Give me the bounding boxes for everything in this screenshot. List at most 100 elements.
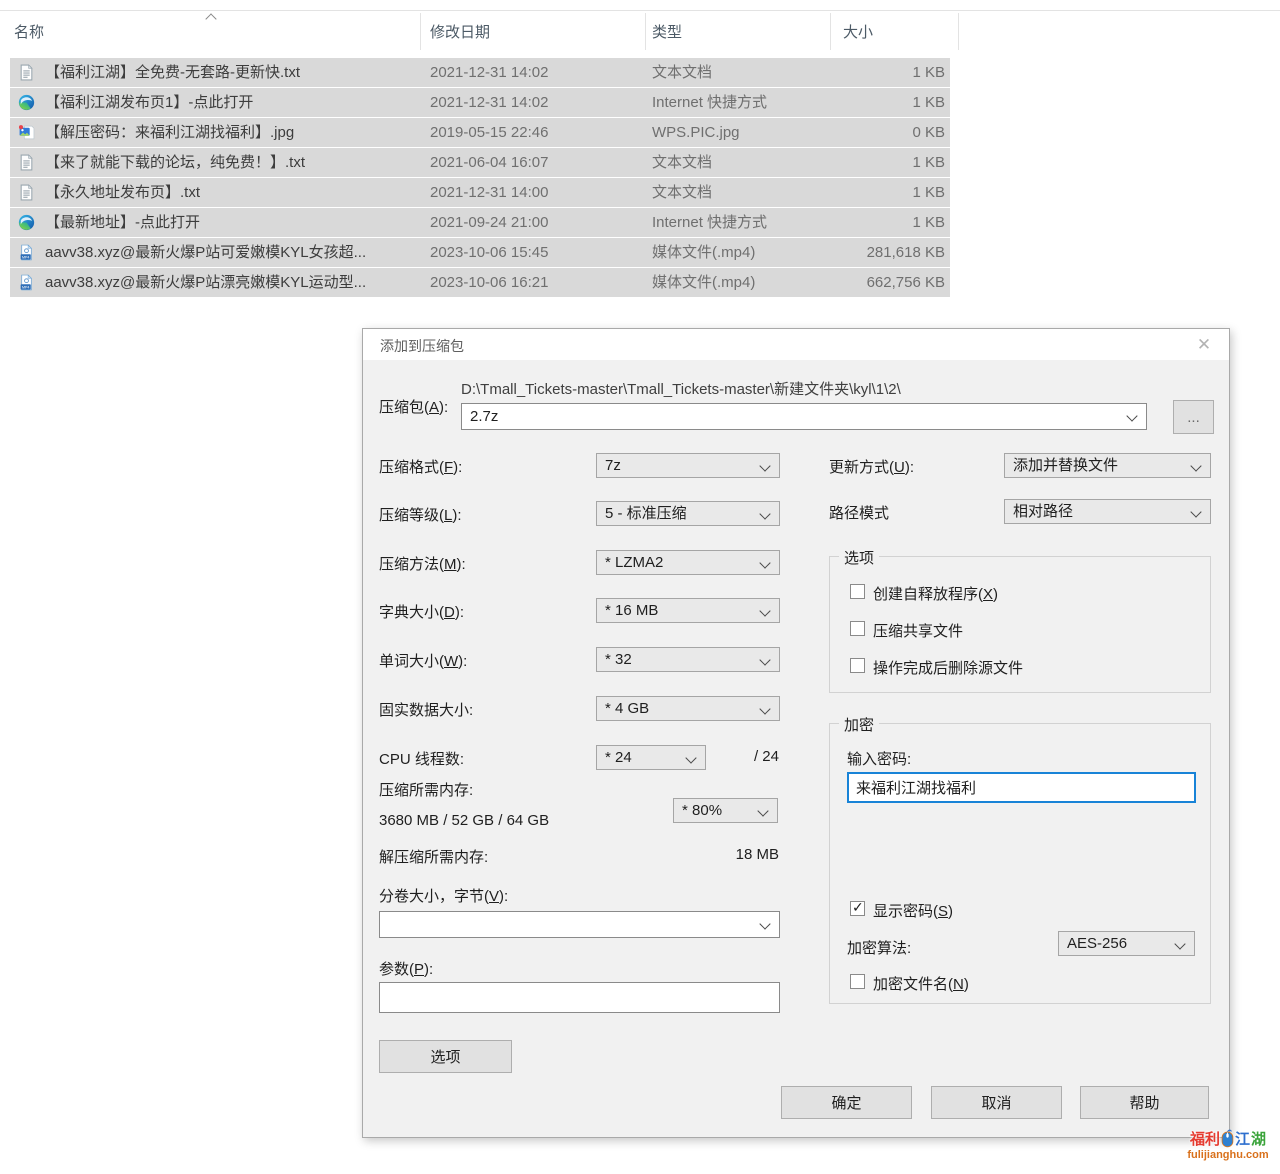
- file-name: 【最新地址】-点此打开: [45, 208, 415, 237]
- file-row[interactable]: 【最新地址】-点此打开 2021-09-24 21:00 Internet 快捷…: [10, 208, 950, 237]
- file-type: 文本文档: [652, 178, 832, 207]
- ok-button[interactable]: 确定: [781, 1086, 912, 1119]
- file-row[interactable]: 【解压密码：来福利江湖找福利】.jpg 2019-05-15 22:46 WPS…: [10, 118, 950, 147]
- file-size: 281,618 KB: [820, 238, 945, 267]
- column-header-type[interactable]: 类型: [652, 21, 682, 42]
- archive-label: 压缩包(A):: [379, 396, 448, 417]
- column-divider[interactable]: [645, 13, 646, 50]
- watermark-text-jiang: 江: [1235, 1128, 1250, 1149]
- method-combobox[interactable]: * LZMA2: [596, 550, 780, 575]
- file-row[interactable]: MP4 aavv38.xyz@最新火爆P站漂亮嫩模KYL运动型... 2023-…: [10, 268, 950, 297]
- help-button[interactable]: 帮助: [1080, 1086, 1209, 1119]
- column-header-date[interactable]: 修改日期: [430, 21, 490, 42]
- file-date: 2021-12-31 14:00: [430, 178, 630, 207]
- cancel-button[interactable]: 取消: [931, 1086, 1062, 1119]
- file-size: 662,756 KB: [820, 268, 945, 297]
- password-label: 输入密码:: [847, 748, 911, 769]
- file-rows: 【福利江湖】全免费-无套路-更新快.txt 2021-12-31 14:02 文…: [10, 58, 950, 298]
- word-size-label: 单词大小(W):: [379, 650, 467, 671]
- checkbox-icon: [850, 658, 865, 673]
- text-file-icon: [18, 184, 35, 201]
- cpu-threads-combobox[interactable]: * 24: [596, 745, 706, 770]
- add-to-archive-dialog: 添加到压缩包 ✕ 压缩包(A): D:\Tmall_Tickets-master…: [362, 328, 1230, 1138]
- encryption-group-title: 加密: [839, 714, 879, 735]
- svg-text:MP4: MP4: [22, 285, 29, 289]
- close-icon[interactable]: ✕: [1192, 333, 1216, 357]
- file-row[interactable]: MP4 aavv38.xyz@最新火爆P站可爱嫩模KYL女孩超... 2023-…: [10, 238, 950, 267]
- parameters-input[interactable]: [379, 982, 780, 1013]
- memory-decompress-value: 18 MB: [579, 846, 779, 863]
- file-size: 1 KB: [820, 178, 945, 207]
- solid-block-label: 固实数据大小:: [379, 699, 473, 720]
- file-name: aavv38.xyz@最新火爆P站漂亮嫩模KYL运动型...: [45, 268, 415, 297]
- file-type: 文本文档: [652, 148, 832, 177]
- checkbox-icon: [850, 901, 865, 916]
- column-header-name[interactable]: 名称: [14, 21, 44, 42]
- dialog-title: 添加到压缩包: [380, 336, 464, 356]
- options-button[interactable]: 选项: [379, 1040, 512, 1073]
- file-type: 文本文档: [652, 58, 832, 87]
- memory-compress-label: 压缩所需内存:: [379, 779, 473, 800]
- file-name: 【永久地址发布页】.txt: [45, 178, 415, 207]
- text-file-icon: [18, 64, 35, 81]
- update-mode-combobox[interactable]: 添加并替换文件: [1004, 453, 1211, 478]
- file-type: WPS.PIC.jpg: [652, 118, 832, 147]
- update-mode-label: 更新方式(U):: [829, 456, 914, 477]
- options-group: 选项 创建自释放程序(X) 压缩共享文件 操作完成后删除源文件: [829, 556, 1211, 693]
- column-divider[interactable]: [830, 13, 831, 50]
- file-row[interactable]: 【来了就能下载的论坛，纯免费！】.txt 2021-06-04 16:07 文本…: [10, 148, 950, 177]
- checkbox-label: 压缩共享文件: [873, 620, 963, 641]
- column-divider[interactable]: [420, 13, 421, 50]
- mp4-file-icon: MP4: [18, 244, 35, 261]
- path-mode-label: 路径模式: [829, 502, 889, 523]
- file-row[interactable]: 【福利江湖】全免费-无套路-更新快.txt 2021-12-31 14:02 文…: [10, 58, 950, 87]
- file-type: 媒体文件(.mp4): [652, 268, 832, 297]
- solid-block-combobox[interactable]: * 4 GB: [596, 696, 780, 721]
- level-combobox[interactable]: 5 - 标准压缩: [596, 501, 780, 526]
- file-name: 【解压密码：来福利江湖找福利】.jpg: [45, 118, 415, 147]
- path-mode-combobox[interactable]: 相对路径: [1004, 499, 1211, 524]
- file-date: 2021-09-24 21:00: [430, 208, 630, 237]
- archive-path: D:\Tmall_Tickets-master\Tmall_Tickets-ma…: [461, 378, 901, 399]
- file-date: 2021-06-04 16:07: [430, 148, 630, 177]
- checkbox-icon: [850, 621, 865, 636]
- word-size-combobox[interactable]: * 32: [596, 647, 780, 672]
- memory-decompress-label: 解压缩所需内存:: [379, 846, 488, 867]
- dictionary-label: 字典大小(D):: [379, 601, 464, 622]
- file-name: 【来了就能下载的论坛，纯免费！】.txt: [45, 148, 415, 177]
- cpu-threads-max: / 24: [729, 748, 779, 765]
- password-input[interactable]: [847, 772, 1196, 803]
- level-label: 压缩等级(L):: [379, 504, 462, 525]
- file-row[interactable]: 【永久地址发布页】.txt 2021-12-31 14:00 文本文档 1 KB: [10, 178, 950, 207]
- format-combobox[interactable]: 7z: [596, 453, 780, 478]
- checkbox-label: 显示密码(S): [873, 900, 953, 921]
- checkbox-label: 创建自释放程序(X): [873, 583, 998, 604]
- file-row[interactable]: 【福利江湖发布页1】-点此打开 2021-12-31 14:02 Interne…: [10, 88, 950, 117]
- browse-button[interactable]: ...: [1173, 400, 1214, 434]
- column-divider[interactable]: [958, 13, 959, 50]
- memory-percent-combobox[interactable]: * 80%: [673, 798, 778, 823]
- encryption-method-combobox[interactable]: AES-256: [1058, 931, 1195, 956]
- internet-shortcut-icon: [18, 214, 35, 231]
- file-type: Internet 快捷方式: [652, 208, 832, 237]
- encryption-method-label: 加密算法:: [847, 937, 911, 958]
- archive-name-combobox[interactable]: 2.7z: [461, 403, 1147, 430]
- file-name: aavv38.xyz@最新火爆P站可爱嫩模KYL女孩超...: [45, 238, 415, 267]
- dictionary-combobox[interactable]: * 16 MB: [596, 598, 780, 623]
- watermark-text-hu: 湖: [1251, 1128, 1266, 1149]
- mouse-icon: [1221, 1129, 1234, 1148]
- checkbox-icon: [850, 974, 865, 989]
- file-size: 1 KB: [820, 88, 945, 117]
- file-date: 2021-12-31 14:02: [430, 88, 630, 117]
- file-name: 【福利江湖发布页1】-点此打开: [45, 88, 415, 117]
- file-type: Internet 快捷方式: [652, 88, 832, 117]
- checkbox-label: 操作完成后删除源文件: [873, 657, 1023, 678]
- file-date: 2021-12-31 14:02: [430, 58, 630, 87]
- volume-size-combobox[interactable]: [379, 911, 780, 938]
- image-file-icon: [18, 124, 35, 141]
- file-size: 1 KB: [820, 58, 945, 87]
- volume-size-label: 分卷大小，字节(V):: [379, 885, 508, 906]
- file-name: 【福利江湖】全免费-无套路-更新快.txt: [45, 58, 415, 87]
- checkbox-label: 加密文件名(N): [873, 973, 969, 994]
- column-header-size[interactable]: 大小: [843, 21, 873, 42]
